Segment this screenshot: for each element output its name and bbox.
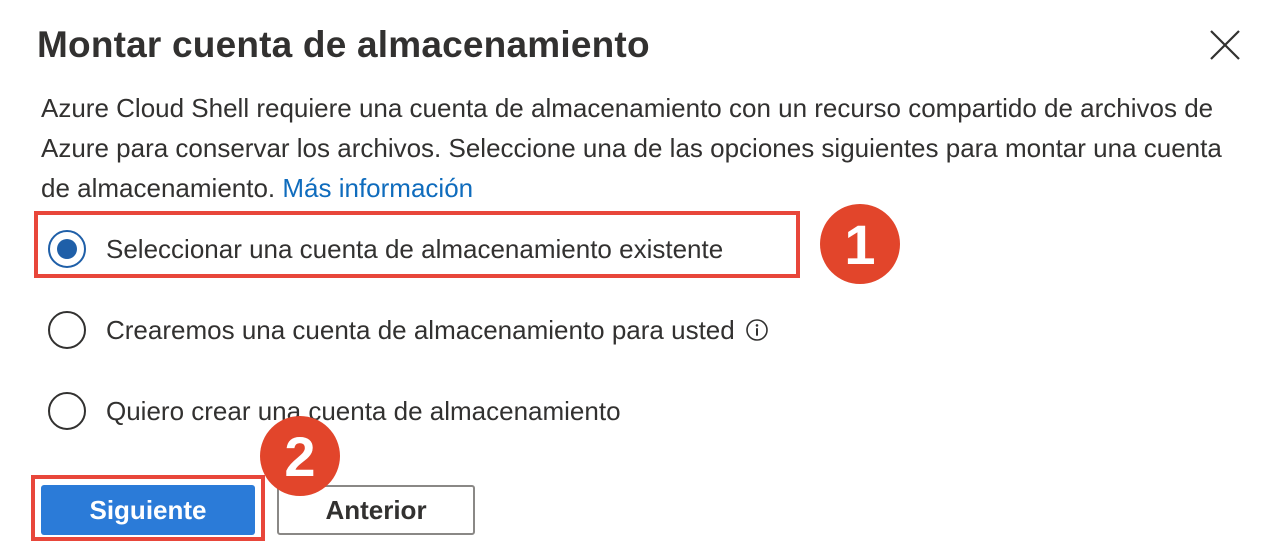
highlight-box-next <box>31 475 265 541</box>
info-icon[interactable] <box>745 318 769 342</box>
radio-option-create-for-you[interactable]: Crearemos una cuenta de almacenamiento p… <box>48 310 769 350</box>
annotation-badge-1: 1 <box>820 204 900 284</box>
dialog-title: Montar cuenta de almacenamiento <box>37 24 650 65</box>
dialog-description: Azure Cloud Shell requiere una cuenta de… <box>41 88 1231 208</box>
radio-button-unchecked[interactable] <box>48 392 86 430</box>
close-button[interactable] <box>1208 28 1242 62</box>
option-label-create-own: Quiero crear una cuenta de almacenamient… <box>106 395 621 426</box>
learn-more-link[interactable]: Más información <box>282 173 473 203</box>
annotation-badge-2: 2 <box>260 416 340 496</box>
radio-option-create-own[interactable]: Quiero crear una cuenta de almacenamient… <box>48 391 621 431</box>
option-label-create-for-you: Crearemos una cuenta de almacenamiento p… <box>106 314 735 345</box>
highlight-box-option <box>34 211 800 278</box>
radio-button-unchecked[interactable] <box>48 311 86 349</box>
close-icon <box>1210 30 1240 60</box>
description-text: Azure Cloud Shell requiere una cuenta de… <box>41 93 1222 203</box>
